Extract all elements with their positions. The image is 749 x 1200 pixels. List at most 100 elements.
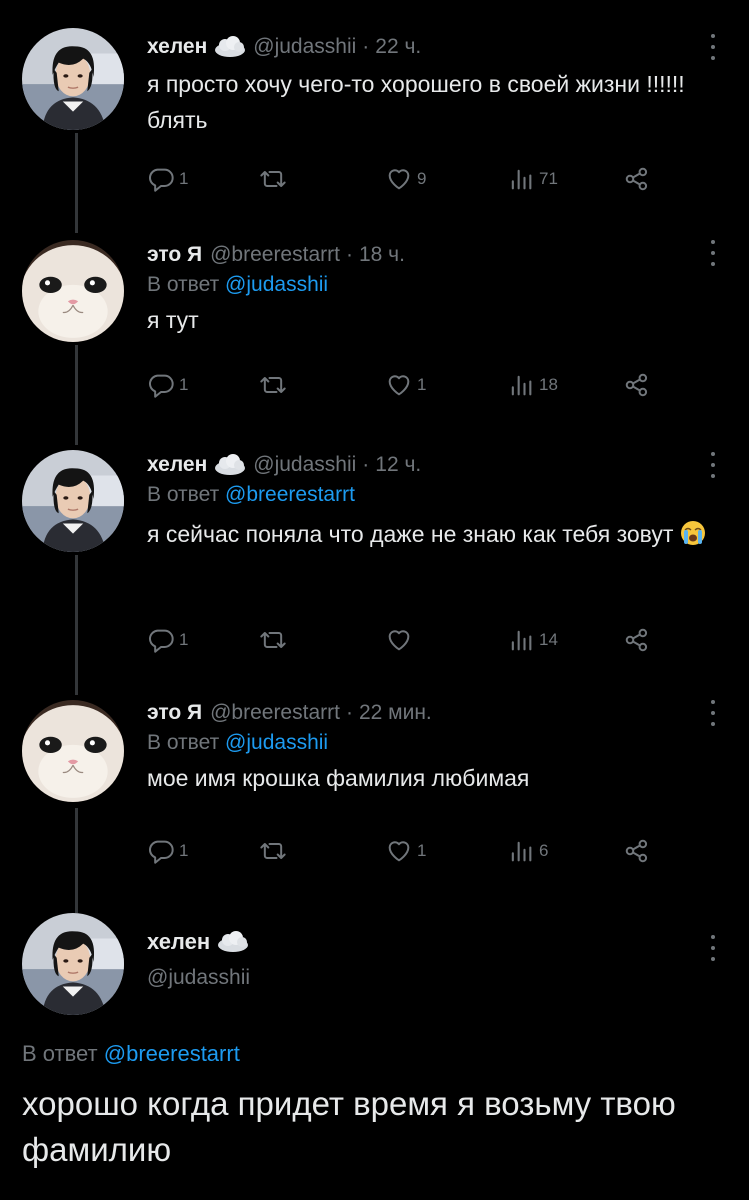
reply-mention-link[interactable]: @breerestarrt [104, 1041, 240, 1066]
avatar[interactable] [22, 700, 124, 802]
tweet-text: я тут [147, 307, 199, 333]
tweet[interactable]: хелен @judasshii · 12 ч. В ответ @breere… [0, 440, 749, 690]
tweet[interactable]: это Я @breerestarrt · 18 ч. В ответ @jud… [0, 230, 749, 440]
reply-to-line: В ответ @breerestarrt [22, 1039, 240, 1069]
share-icon [623, 837, 651, 865]
like-count: 1 [417, 375, 427, 394]
reply-button[interactable]: 1 [147, 837, 188, 865]
share-icon [623, 626, 651, 654]
retweet-button[interactable] [259, 626, 287, 654]
reply-count: 1 [179, 169, 189, 188]
reply-icon [147, 371, 175, 399]
like-button[interactable]: 9 [385, 165, 426, 193]
separator-dot: · [345, 701, 353, 724]
separator-dot: · [345, 243, 353, 266]
like-icon [385, 371, 413, 399]
author-name[interactable]: хелен [147, 452, 207, 478]
tweet-header: хелен @judasshii · 12 ч. [147, 452, 709, 478]
author-name[interactable]: это Я [147, 242, 202, 268]
like-count: 9 [417, 169, 427, 188]
author-handle[interactable]: @judasshii [253, 452, 356, 478]
reply-count: 1 [179, 630, 189, 649]
reply-prefix: В ответ [147, 483, 220, 506]
cloud-icon [213, 36, 247, 58]
views-button[interactable]: 71 [507, 165, 558, 193]
tweet[interactable]: это Я @breerestarrt · 22 мин. В ответ @j… [0, 690, 749, 905]
reply-mention-link[interactable]: @breerestarrt [225, 483, 355, 506]
tweet-time[interactable]: 22 мин. [359, 700, 432, 726]
like-icon [385, 837, 413, 865]
reply-prefix: В ответ [147, 273, 220, 296]
cloud-icon [213, 454, 247, 476]
tweet-actions: 1 1 6 [147, 836, 667, 866]
tweet-actions: 1 1 18 [147, 370, 667, 400]
main-tweet-text: хорошо когда придет время я возьму твою … [22, 1085, 676, 1168]
share-icon [623, 371, 651, 399]
author-handle[interactable]: @judasshii [147, 965, 256, 991]
reply-icon [147, 626, 175, 654]
cloud-icon [216, 931, 250, 953]
avatar[interactable] [22, 913, 124, 1015]
reply-count: 1 [179, 841, 189, 860]
reply-prefix: В ответ [22, 1041, 98, 1066]
like-button[interactable]: 1 [385, 837, 426, 865]
share-button[interactable] [623, 837, 651, 865]
avatar[interactable] [22, 28, 124, 130]
author-handle[interactable]: @judasshii [253, 34, 356, 60]
more-icon[interactable] [709, 240, 717, 266]
tweet-text: я просто хочу чего-то хорошего в своей ж… [147, 71, 685, 133]
reply-mention-link[interactable]: @judasshii [225, 731, 328, 754]
views-count: 71 [539, 169, 558, 188]
views-count: 14 [539, 630, 558, 649]
share-icon [623, 165, 651, 193]
girl-avatar-image [22, 913, 124, 1015]
avatar[interactable] [22, 240, 124, 342]
retweet-button[interactable] [259, 165, 287, 193]
like-button[interactable]: 1 [385, 371, 426, 399]
views-icon [507, 371, 535, 399]
author-name[interactable]: это Я [147, 700, 202, 726]
views-button[interactable]: 6 [507, 837, 548, 865]
tweet-actions: 1 14 [147, 625, 667, 655]
share-button[interactable] [623, 165, 651, 193]
reply-to-line: В ответ @judasshii [147, 728, 709, 758]
retweet-button[interactable] [259, 371, 287, 399]
author-name[interactable]: хелен [147, 34, 207, 60]
tweet-time[interactable]: 12 ч. [375, 452, 421, 478]
views-count: 18 [539, 375, 558, 394]
author-name[interactable]: хелен [147, 927, 210, 957]
retweet-icon [259, 837, 287, 865]
more-icon[interactable] [709, 452, 717, 478]
reply-button[interactable]: 1 [147, 371, 188, 399]
share-button[interactable] [623, 371, 651, 399]
main-tweet[interactable]: хелен @judasshii В ответ @breerestarrt х… [0, 905, 749, 1200]
reply-button[interactable]: 1 [147, 626, 188, 654]
retweet-icon [259, 371, 287, 399]
views-button[interactable]: 18 [507, 371, 558, 399]
reply-prefix: В ответ [147, 731, 220, 754]
retweet-icon [259, 165, 287, 193]
more-icon[interactable] [709, 700, 717, 726]
reply-button[interactable]: 1 [147, 165, 188, 193]
reply-to-line: В ответ @judasshii [147, 270, 709, 300]
author-handle[interactable]: @breerestarrt [210, 700, 340, 726]
author-handle[interactable]: @breerestarrt [210, 242, 340, 268]
views-button[interactable]: 14 [507, 626, 558, 654]
reply-count: 1 [179, 375, 189, 394]
avatar[interactable] [22, 450, 124, 552]
like-button[interactable] [385, 626, 417, 654]
views-icon [507, 837, 535, 865]
reply-icon [147, 837, 175, 865]
reply-mention-link[interactable]: @judasshii [225, 273, 328, 296]
more-icon[interactable] [709, 34, 717, 60]
more-icon[interactable] [709, 935, 717, 961]
crying-face-emoji-icon [680, 520, 706, 546]
tweet-actions: 1 9 71 [147, 164, 667, 194]
like-count: 1 [417, 841, 427, 860]
girl-avatar-image [22, 450, 124, 552]
tweet[interactable]: хелен @judasshii · 22 ч. я просто хочу ч… [0, 0, 749, 230]
retweet-button[interactable] [259, 837, 287, 865]
share-button[interactable] [623, 626, 651, 654]
tweet-time[interactable]: 22 ч. [375, 34, 421, 60]
tweet-time[interactable]: 18 ч. [359, 242, 405, 268]
